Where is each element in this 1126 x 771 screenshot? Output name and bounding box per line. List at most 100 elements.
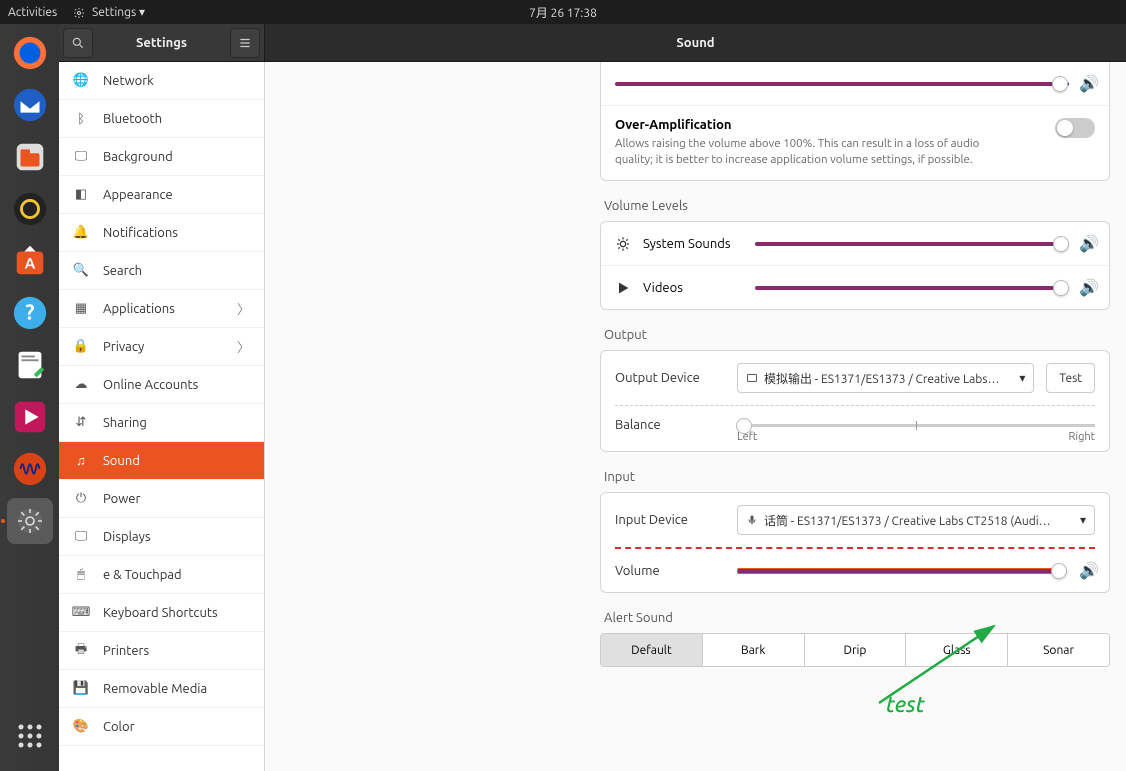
headerbar: Settings Sound [59,24,1126,62]
alert-sound-group: Default Bark Drip Glass Sonar [600,633,1110,667]
content-area[interactable]: 🔊 Over-Amplification Allows raising the … [265,62,1126,771]
sidebar-item-removable[interactable]: 💾Removable Media [59,670,264,708]
sidebar-item-appearance[interactable]: ◧ Appearance [59,176,264,214]
sidebar-item-mouse-touchpad[interactable]: 🖱e & Touchpad [59,556,264,594]
output-card: Output Device 模拟输出 - ES1371/ES1373 / Cre… [600,350,1110,452]
gear-icon [73,7,85,19]
output-volume-slider[interactable] [615,82,1069,86]
dock-software[interactable]: A [7,238,53,284]
bell-icon: 🔔 [73,225,89,241]
output-device-dropdown[interactable]: 模拟输出 - ES1371/ES1373 / Creative Labs… ▾ [737,363,1034,393]
alert-sonar[interactable]: Sonar [1008,634,1109,666]
sidebar-item-search[interactable]: 🔍Search [59,252,264,290]
speaker-icon[interactable]: 🔊 [1079,74,1095,93]
alert-drip[interactable]: Drip [805,634,907,666]
sidebar-item-bluetooth[interactable]: ᛒBluetooth [59,100,264,138]
dock-firefox[interactable] [7,30,53,76]
speaker-icon[interactable]: 🔊 [1079,561,1095,580]
sidebar-item-sound[interactable]: ♫ Sound [59,442,264,480]
play-icon [615,280,631,296]
dock-rhythmbox[interactable] [7,186,53,232]
sidebar[interactable]: 🌐Network ᛒBluetooth 🖵 Background ◧ Appeara… [59,62,265,771]
lock-icon: 🔒 [73,339,89,355]
system-sounds-label: System Sounds [643,237,743,251]
app-menu[interactable]: Settings ▾ [73,5,145,19]
search-button[interactable] [63,28,93,58]
sidebar-label: Search [103,264,142,278]
gear-icon [615,236,631,252]
grid-icon: ▦ [73,301,89,317]
cloud-icon: ☁ [73,377,89,393]
dock-audacity[interactable] [7,446,53,492]
alert-glass[interactable]: Glass [906,634,1008,666]
sidebar-label: Sound [103,454,140,468]
sidebar-item-keyboard[interactable]: ⌨Keyboard Shortcuts [59,594,264,632]
sidebar-label: Color [103,720,135,734]
sidebar-item-sharing[interactable]: ⇵ Sharing [59,404,264,442]
sidebar-item-color[interactable]: 🎨 Color [59,708,264,746]
sidebar-label: Privacy [103,340,144,354]
over-amp-toggle[interactable] [1055,118,1095,138]
dock-settings[interactable] [7,498,53,544]
input-volume-slider[interactable] [737,568,1067,574]
dock-mediaplayer[interactable] [7,394,53,440]
input-card: Input Device 话筒 - ES1371/ES1373 / Creati… [600,492,1110,593]
sidebar-label: Network [103,74,154,88]
desktop-icon: 🖵 [73,149,89,165]
page-title: Sound [265,24,1126,61]
sidebar-item-network[interactable]: 🌐Network [59,62,264,100]
sidebar-item-power[interactable]: ⏻Power [59,480,264,518]
microphone-icon [746,514,758,526]
chevron-down-icon: ▾ [1019,371,1025,385]
clock[interactable]: 7月 26 17:38 [529,4,597,21]
speaker-icon[interactable]: 🔊 [1079,278,1095,297]
sidebar-item-background[interactable]: 🖵 Background [59,138,264,176]
sidebar-label: Sharing [103,416,147,430]
sidebar-title: Settings [95,36,228,50]
sidebar-item-displays[interactable]: 🖵 Displays [59,518,264,556]
display-icon: 🖵 [73,529,89,545]
svg-text:A: A [24,255,35,272]
sidebar-label: Removable Media [103,682,207,696]
music-icon: ♫ [73,453,89,469]
dock-thunderbird[interactable] [7,82,53,128]
sidebar-item-notifications[interactable]: 🔔Notifications [59,214,264,252]
balance-slider[interactable] [737,424,1095,427]
menu-button[interactable] [230,28,260,58]
input-volume-label: Volume [615,564,725,578]
dock-files[interactable] [7,134,53,180]
output-device-value: 模拟输出 - ES1371/ES1373 / Creative Labs… [764,370,1013,387]
printer-icon: 🖶 [73,643,89,659]
sidebar-label: Applications [103,302,175,316]
sidebar-label: Appearance [103,188,173,202]
sidebar-label: Background [103,150,173,164]
alert-bark[interactable]: Bark [703,634,805,666]
input-device-dropdown[interactable]: 话筒 - ES1371/ES1373 / Creative Labs CT251… [737,505,1095,535]
sidebar-label: Displays [103,530,151,544]
dock-show-apps[interactable] [7,713,53,759]
test-output-button[interactable]: Test [1046,363,1095,393]
system-sounds-slider[interactable] [755,242,1067,246]
search-icon [71,36,85,50]
speaker-icon[interactable]: 🔊 [1079,234,1095,253]
color-icon: 🎨 [73,719,89,735]
dock-texteditor[interactable] [7,342,53,388]
sidebar-item-printers[interactable]: 🖶Printers [59,632,264,670]
dock-help[interactable]: ? [7,290,53,336]
dock: A ? [0,24,59,771]
sidebar-item-privacy[interactable]: 🔒Privacy〉 [59,328,264,366]
output-title: Output [604,328,1110,342]
hamburger-icon [238,36,252,50]
power-icon: ⏻ [73,491,89,507]
videos-slider[interactable] [755,286,1067,290]
over-amp-title: Over-Amplification [615,118,1043,132]
appearance-icon: ◧ [73,187,89,203]
share-icon: ⇵ [73,415,89,431]
top-panel: Activities Settings ▾ 7月 26 17:38 [0,0,1126,24]
alert-sound-title: Alert Sound [604,611,1110,625]
activities-button[interactable]: Activities [8,6,57,19]
alert-default[interactable]: Default [601,634,703,666]
sidebar-item-applications[interactable]: ▦Applications〉 [59,290,264,328]
sidebar-item-online-accounts[interactable]: ☁Online Accounts [59,366,264,404]
volume-levels-title: Volume Levels [604,199,1110,213]
